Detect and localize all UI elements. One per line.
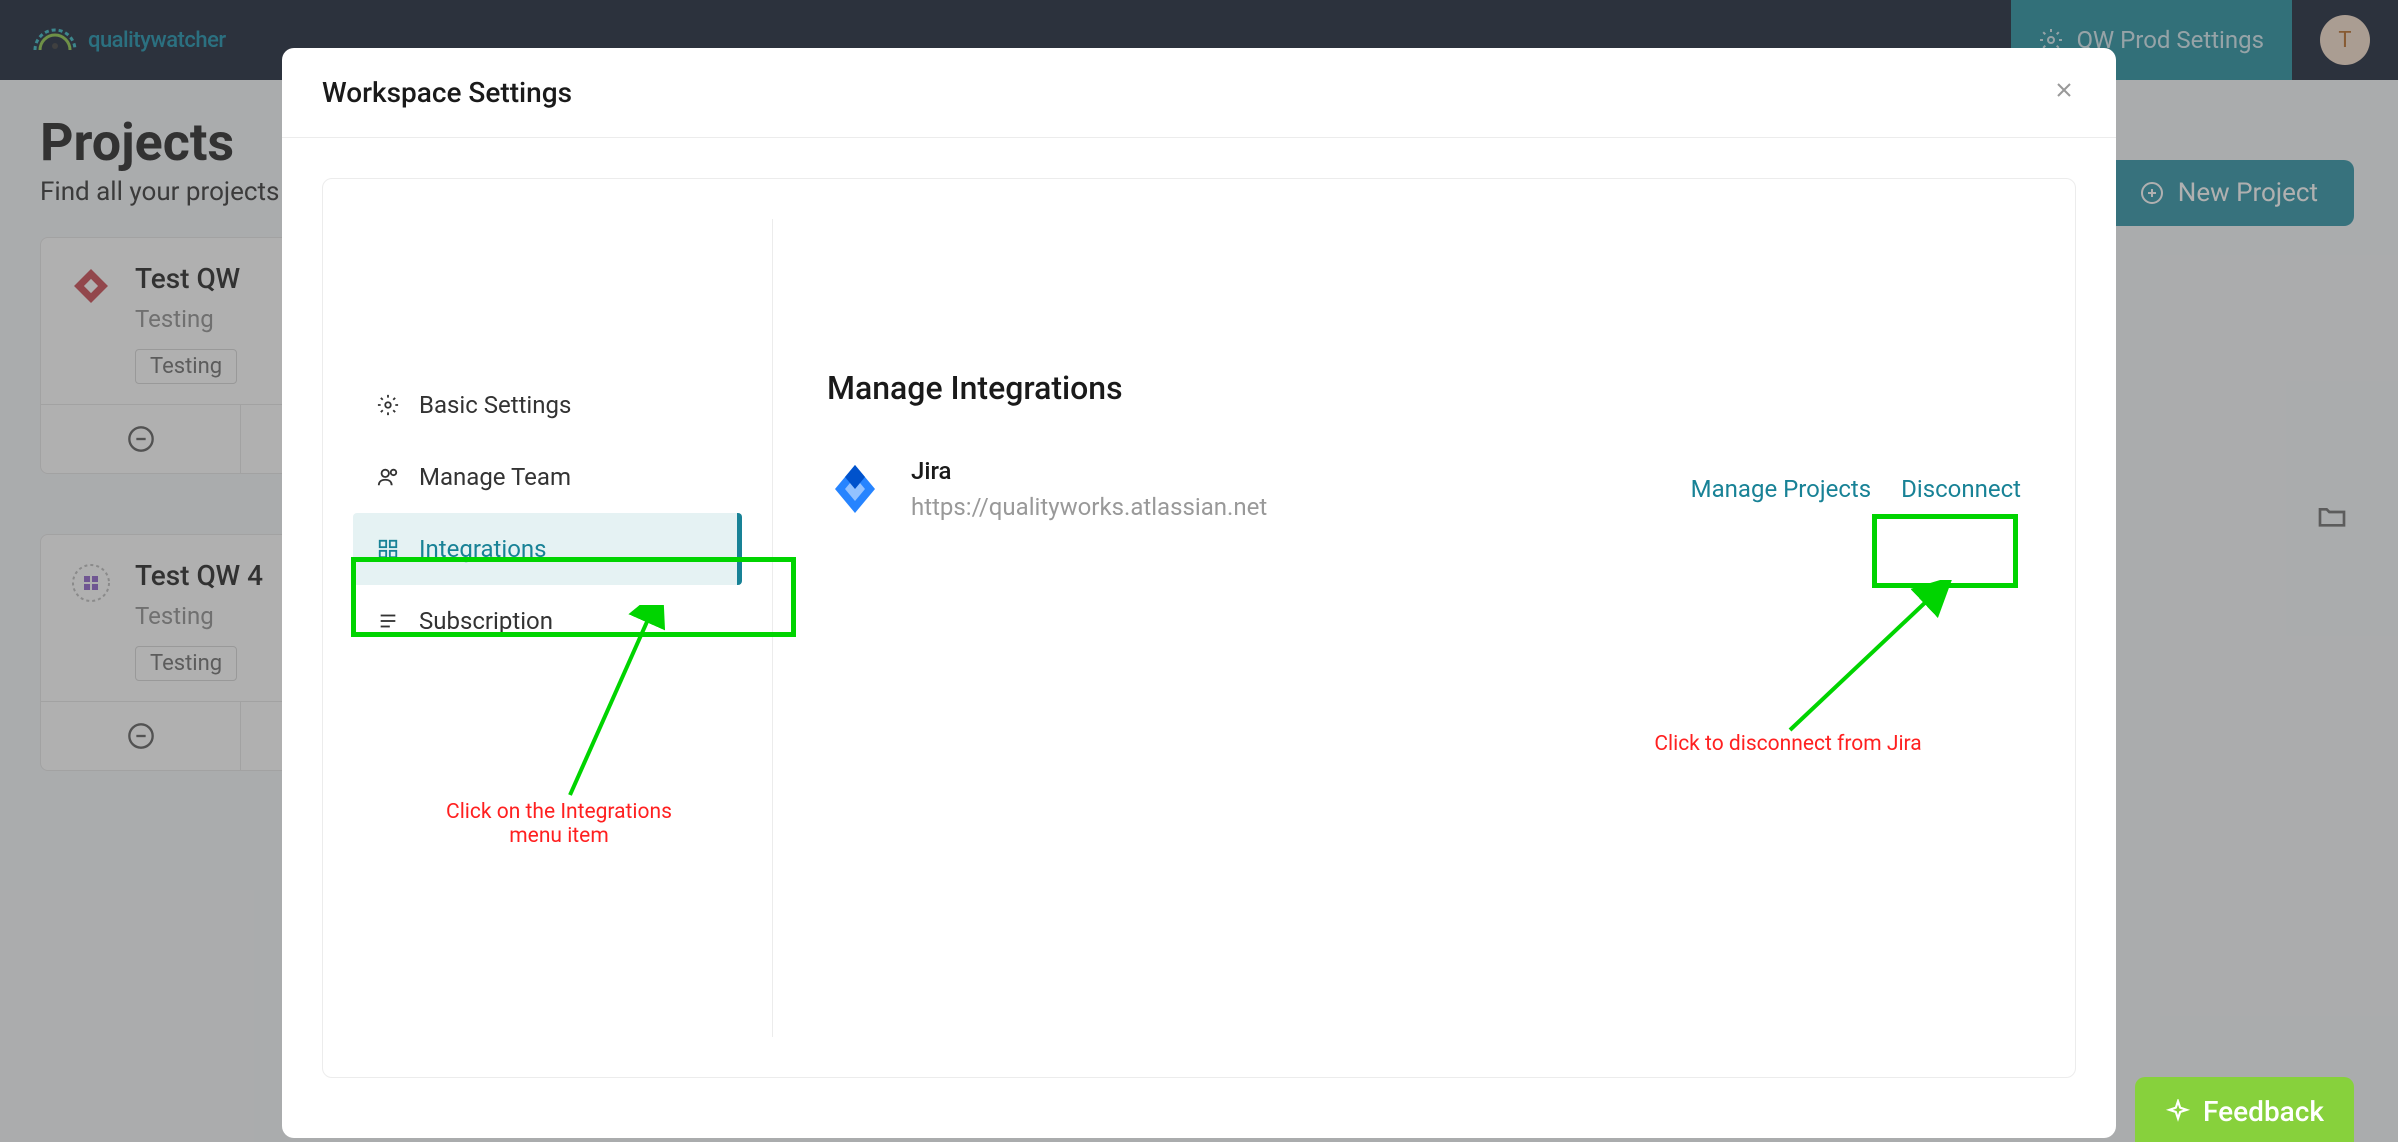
workspace-settings-modal: Workspace Settings Basic Settings Manage…	[282, 48, 2116, 1138]
feedback-button[interactable]: Feedback	[2135, 1077, 2354, 1142]
jira-icon	[827, 461, 883, 517]
content-title: Manage Integrations	[827, 369, 2021, 407]
disconnect-button[interactable]: Disconnect	[1901, 475, 2021, 503]
close-icon	[2052, 78, 2076, 102]
sidebar-item-label: Subscription	[419, 607, 553, 635]
close-button[interactable]	[2052, 76, 2076, 109]
modal-title: Workspace Settings	[322, 76, 572, 109]
sidebar-item-basic-settings[interactable]: Basic Settings	[353, 369, 742, 441]
list-icon	[377, 610, 399, 632]
gear-icon	[377, 394, 399, 416]
integration-name: Jira	[911, 457, 1267, 485]
settings-content: Manage Integrations Jira https://quality…	[773, 219, 2075, 1037]
sidebar-item-label: Manage Team	[419, 463, 571, 491]
integration-row-jira: Jira https://qualityworks.atlassian.net …	[827, 457, 2021, 521]
sidebar-item-manage-team[interactable]: Manage Team	[353, 441, 742, 513]
integration-url: https://qualityworks.atlassian.net	[911, 493, 1267, 521]
modal-header: Workspace Settings	[282, 48, 2116, 138]
team-icon	[377, 466, 399, 488]
sidebar-item-label: Integrations	[419, 535, 547, 563]
manage-projects-button[interactable]: Manage Projects	[1691, 475, 1871, 503]
sparkle-icon	[2165, 1099, 2191, 1125]
sidebar-item-label: Basic Settings	[419, 391, 571, 419]
sidebar-item-integrations[interactable]: Integrations	[353, 513, 742, 585]
grid-icon	[377, 538, 399, 560]
sidebar-item-subscription[interactable]: Subscription	[353, 585, 742, 657]
settings-sidebar: Basic Settings Manage Team Integrations …	[323, 219, 773, 1037]
